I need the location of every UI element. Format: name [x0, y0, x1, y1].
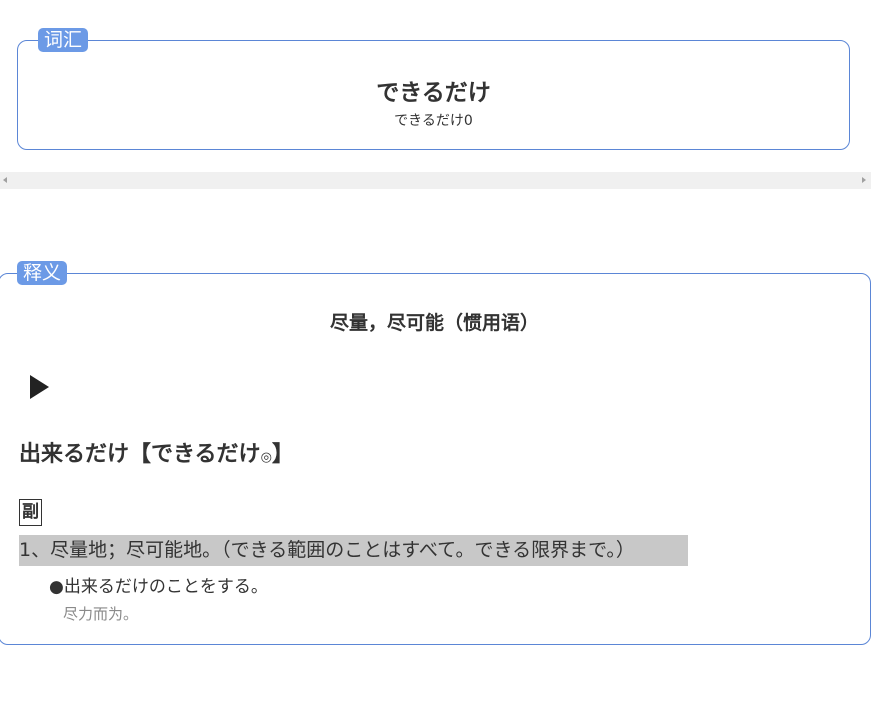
headword: 出来るだけ【できるだけ◎】: [19, 436, 294, 468]
vocab-section-tag: 词汇: [38, 28, 89, 52]
definition-summary: 尽量，尽可能（惯用语）: [329, 312, 539, 334]
headword-text: 出来るだけ【できるだけ: [19, 442, 261, 467]
sense-line: 1、尽量地；尽可能地。（できる範囲のことはすべて。できる限界まで。）: [19, 535, 688, 566]
page: 词汇 できるだけ できるだけ0 释义 尽量，尽可能（惯用语） 出来るだけ【できる…: [0, 0, 871, 716]
definition-card: 释义 尽量，尽可能（惯用语） 出来るだけ【できるだけ◎】 副 1、尽量地；尽可能…: [0, 261, 871, 645]
scroll-right-arrow-icon[interactable]: [862, 177, 866, 183]
scroll-left-arrow-icon[interactable]: [3, 177, 7, 183]
vocab-reading: できるだけ0: [394, 113, 473, 129]
example-translation: 尽力而为。: [63, 605, 139, 623]
headword-close: 】: [271, 442, 294, 467]
horizontal-scrollbar[interactable]: [0, 172, 871, 189]
definition-section-tag: 释义: [17, 261, 68, 285]
part-of-speech-badge: 副: [19, 499, 42, 526]
vocab-card: 词汇 できるだけ できるだけ0: [17, 28, 850, 150]
accent-mark: ◎: [260, 450, 272, 465]
example-japanese: ●出来るだけのことをする。: [49, 577, 268, 597]
vocab-word: できるだけ: [376, 80, 491, 106]
play-icon[interactable]: [30, 375, 49, 399]
